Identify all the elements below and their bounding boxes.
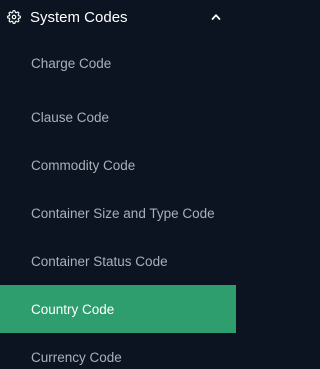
menu-item-label: Container Status Code <box>31 253 168 269</box>
menu-item-label: Clause Code <box>31 109 110 125</box>
menu-item-charge-code[interactable]: Charge Code <box>0 34 236 93</box>
menu-item-commodity-code[interactable]: Commodity Code <box>0 141 236 189</box>
menu-item-label: Country Code <box>31 301 115 317</box>
menu-item-label: Currency Code <box>31 349 122 365</box>
group-title: System Codes <box>30 8 128 26</box>
menu-item-container-status-code[interactable]: Container Status Code <box>0 237 236 285</box>
system-codes-group-header[interactable]: System Codes <box>0 0 236 34</box>
gear-icon <box>6 9 22 25</box>
sidebar: System Codes Charge Code Clause Code Com… <box>0 0 236 369</box>
menu-item-label: Charge Code <box>31 56 112 71</box>
menu-item-label: Commodity Code <box>31 157 136 173</box>
chevron-up-icon[interactable] <box>210 11 222 23</box>
system-codes-submenu: Charge Code Clause Code Commodity Code C… <box>0 34 236 369</box>
menu-item-currency-code[interactable]: Currency Code <box>0 333 236 369</box>
menu-item-container-size-type-code[interactable]: Container Size and Type Code <box>0 189 236 237</box>
menu-item-clause-code[interactable]: Clause Code <box>0 93 236 141</box>
menu-item-country-code[interactable]: Country Code <box>0 285 236 333</box>
menu-item-label: Container Size and Type Code <box>31 205 215 221</box>
